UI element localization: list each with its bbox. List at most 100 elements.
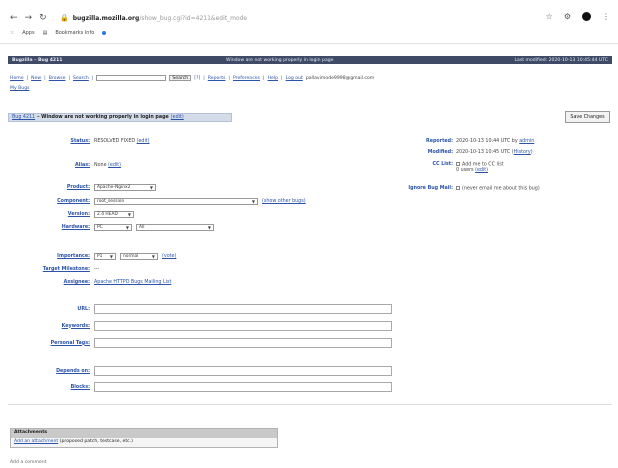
cc-checkbox[interactable] <box>456 162 460 166</box>
component-row: Component: root_session ▼ (show other bu… <box>0 198 306 205</box>
keywords-input[interactable] <box>94 321 392 331</box>
reporter-link[interactable]: admin <box>519 139 534 144</box>
nav-browse[interactable]: Browse <box>49 76 66 81</box>
ignore-mail-label: Ignore Bug Mail: <box>408 186 453 191</box>
url-label: URL: <box>77 306 90 312</box>
lock-icon: 🔒 <box>60 14 69 22</box>
product-select[interactable]: Apache-Nginx2 ▼ <box>94 184 156 191</box>
header-last-modified: Last modified: 2020-10-13 10:45:44 UTC <box>514 57 608 63</box>
extensions-icon[interactable]: ⚙ <box>564 12 571 21</box>
save-changes-button[interactable]: Save Changes <box>565 111 610 123</box>
milestone-row: Target Milestone: --- <box>0 267 99 272</box>
importance-label[interactable]: Importance: <box>0 254 94 259</box>
bookmark-dot-icon <box>102 31 107 35</box>
alias-edit-link[interactable]: (edit) <box>108 163 121 168</box>
url-row: URL: <box>0 304 392 314</box>
quick-search-input[interactable] <box>96 75 167 81</box>
chevron-down-icon: ▼ <box>109 254 113 259</box>
severity-value: normal <box>123 254 139 259</box>
add-attachment-note: (proposed patch, testcase, etc.) <box>58 439 133 444</box>
bookmark-apps[interactable]: Apps <box>22 30 34 36</box>
status-value: RESOLVED FIXED <box>94 139 136 144</box>
keywords-label[interactable]: Keywords: <box>0 324 94 329</box>
alias-label[interactable]: Alias: <box>0 163 94 168</box>
quick-search-button[interactable]: Search <box>169 75 192 81</box>
depends-input[interactable] <box>94 366 392 376</box>
summary-edit-link[interactable]: (edit) <box>171 115 184 120</box>
ignore-mail-text: (never email me about this bug) <box>462 186 540 192</box>
product-label[interactable]: Product: <box>0 185 94 190</box>
milestone-label[interactable]: Target Milestone: <box>0 267 94 272</box>
bookmark-icon: ▤ <box>42 30 48 36</box>
url-input[interactable] <box>94 304 392 314</box>
ignore-mail-row: Ignore Bug Mail: (never email me about t… <box>396 186 540 192</box>
personal-tags-input[interactable] <box>94 338 392 348</box>
blocks-row: Blocks: <box>0 382 392 392</box>
version-select[interactable]: 2.4 HEAD ▼ <box>94 211 134 218</box>
cc-row: CC List: Add me to CC list 0 users (edit… <box>396 162 504 173</box>
chevron-down-icon: ▼ <box>207 225 211 230</box>
history-link[interactable]: History <box>514 150 531 155</box>
nav-help[interactable]: Help <box>268 76 278 81</box>
reported-value: 2020-10-13 10:44 UTC by admin <box>456 139 535 144</box>
version-label[interactable]: Version: <box>0 212 94 217</box>
nav-search[interactable]: Search <box>73 76 89 81</box>
cc-edit-link[interactable]: (edit) <box>475 168 488 173</box>
nav-preferences[interactable]: Preferences <box>233 76 260 81</box>
component-label[interactable]: Component: <box>0 199 94 204</box>
url-host: bugzilla.mozilla.org <box>72 14 140 22</box>
show-other-bugs-link[interactable]: (show other bugs) <box>262 199 306 204</box>
nav-new[interactable]: New <box>31 76 41 81</box>
star-icon[interactable]: ☆ <box>546 12 553 21</box>
product-value: Apache-Nginx2 <box>97 185 131 190</box>
bookmarks-bar: ⁙ Apps ▤ Bookmarks Info <box>10 30 107 36</box>
apps-icon[interactable]: ⁙ <box>10 30 14 36</box>
nav-logout[interactable]: Log out <box>286 76 303 81</box>
back-icon[interactable]: ← <box>10 13 18 23</box>
bookmark-info[interactable]: Bookmarks Info <box>55 30 94 36</box>
milestone-value: --- <box>94 267 100 272</box>
nav-home[interactable]: Home <box>10 76 24 81</box>
hardware-label[interactable]: Hardware: <box>0 225 94 230</box>
browser-toolbar: ← → ↻ 🔒 bugzilla.mozilla.org /show_bug.c… <box>0 0 618 44</box>
address-bar[interactable]: 🔒 bugzilla.mozilla.org /show_bug.cgi?id=… <box>60 11 560 25</box>
vote-link[interactable]: (vote) <box>162 254 176 259</box>
nav-reports[interactable]: Reports <box>208 76 226 81</box>
bug-summary-bar: Bug 4211 – Window are not working proper… <box>8 113 232 122</box>
priority-select[interactable]: P1 ▼ <box>94 253 116 260</box>
reload-icon[interactable]: ↻ <box>39 13 47 23</box>
attachments-body: Add an attachment (proposed patch, testc… <box>11 438 277 447</box>
forward-icon[interactable]: → <box>25 13 33 23</box>
version-row: Version: 2.4 HEAD ▼ <box>0 211 138 218</box>
personal-tags-label[interactable]: Personal Tags: <box>0 341 94 346</box>
severity-select[interactable]: normal ▼ <box>120 253 158 260</box>
blocks-input[interactable] <box>94 382 392 392</box>
alias-row: Alias: None (edit) <box>0 163 121 168</box>
section-divider <box>8 404 612 405</box>
bug-id-link[interactable]: Bug 4211 <box>12 115 35 120</box>
help-icon[interactable]: [?] <box>194 76 200 81</box>
depends-label[interactable]: Depends on: <box>0 369 94 374</box>
component-select[interactable]: root_session ▼ <box>94 198 258 205</box>
logged-in-user: pallavimode9998@gmail.com <box>305 75 375 81</box>
blocks-label[interactable]: Blocks: <box>0 385 94 390</box>
my-bugs-link[interactable]: My Bugs <box>10 86 30 91</box>
alias-value: None <box>94 163 107 168</box>
profile-avatar[interactable] <box>582 12 591 21</box>
ignore-mail-checkbox[interactable] <box>456 186 460 190</box>
os-select[interactable]: All ▼ <box>136 224 214 231</box>
hardware-select[interactable]: PC ▼ <box>94 224 132 231</box>
status-edit-link[interactable]: (edit) <box>137 139 150 144</box>
cc-users: 0 users <box>456 167 476 173</box>
menu-icon[interactable]: ⋮ <box>602 12 610 21</box>
chevron-down-icon: ▼ <box>151 254 155 259</box>
status-label[interactable]: Status: <box>0 139 94 144</box>
hardware-row: Hardware: PC ▼ All ▼ <box>0 224 218 231</box>
browser-actions: ☆ ⚙ ⋮ <box>546 12 610 21</box>
add-attachment-link[interactable]: Add an attachment <box>14 439 58 444</box>
assignee-value[interactable]: Apache HTTPD Bugs Mailing List <box>94 280 171 285</box>
depends-row: Depends on: <box>0 366 392 376</box>
assignee-label[interactable]: Assignee: <box>0 280 94 285</box>
header-summary: Window are not working properly in login… <box>226 57 334 63</box>
modified-row: Modified: 2020-10-13 10:45 UTC (History) <box>396 150 533 155</box>
